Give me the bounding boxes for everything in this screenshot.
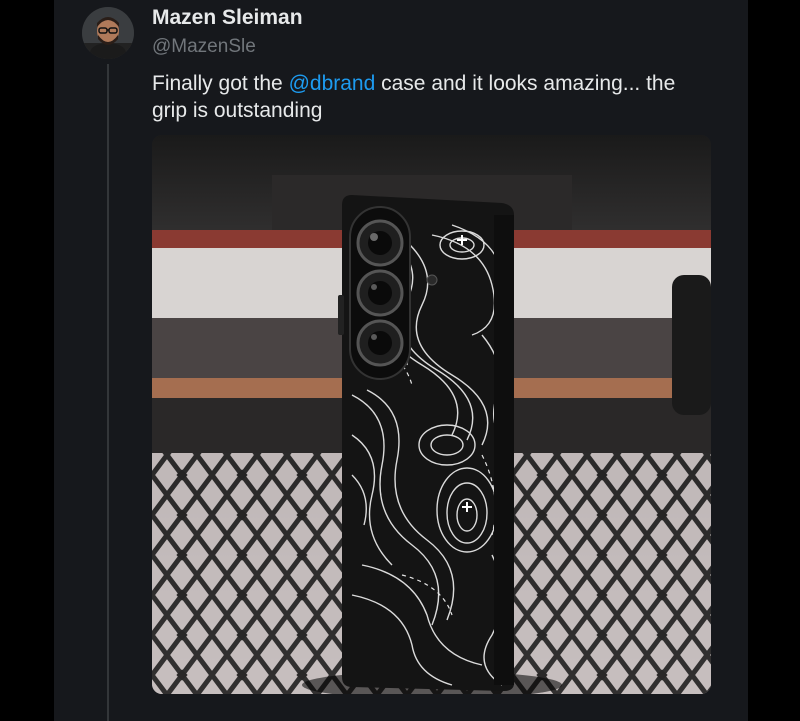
- tweet-text: Finally got the @dbrand case and it look…: [152, 70, 712, 124]
- author-handle[interactable]: @MazenSle: [152, 36, 256, 58]
- avatar-photo-icon: [82, 7, 134, 59]
- author-avatar[interactable]: [82, 7, 134, 59]
- screen: Mazen Sleiman @MazenSle Finally got the …: [0, 0, 800, 721]
- tweet-media-photo[interactable]: [152, 135, 711, 694]
- author-display-name[interactable]: Mazen Sleiman: [152, 6, 303, 30]
- tweet-text-before: Finally got the: [152, 72, 289, 95]
- thread-connector-line: [107, 64, 109, 721]
- mention-link[interactable]: @dbrand: [289, 72, 376, 95]
- phone-case-photo: [152, 135, 711, 694]
